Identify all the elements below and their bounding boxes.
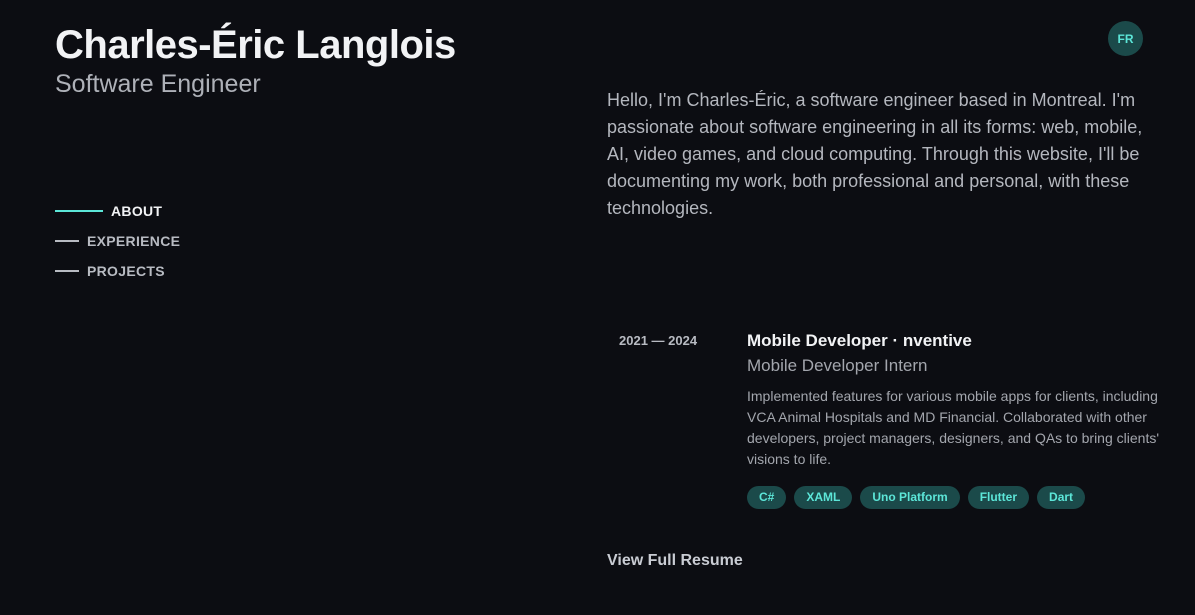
job-title: Software Engineer [55, 70, 261, 98]
tech-tag: Dart [1037, 486, 1086, 509]
experience-date: 2021 — 2024 [619, 333, 698, 348]
tech-tag: Uno Platform [860, 486, 960, 509]
experience-description: Implemented features for various mobile … [747, 388, 1160, 467]
view-resume-link[interactable]: View Full Resume [607, 551, 743, 571]
language-toggle-button[interactable]: FR [1108, 21, 1143, 56]
about-text: Hello, I'm Charles-Éric, a software engi… [607, 90, 1143, 218]
nav-indicator-line [55, 270, 79, 272]
tech-tag: Flutter [967, 486, 1030, 509]
tech-tag-list: C# XAML Uno Platform Flutter Dart [747, 486, 1167, 509]
nav-item-label: EXPERIENCE [87, 233, 181, 249]
nav-indicator-line [55, 240, 79, 242]
experience-title: Mobile Developer · nventive [747, 331, 972, 350]
section-nav: ABOUT EXPERIENCE PROJECTS [55, 196, 180, 286]
nav-item-projects[interactable]: PROJECTS [55, 256, 180, 286]
nav-item-label: ABOUT [111, 203, 163, 219]
tech-tag: XAML [794, 486, 853, 509]
nav-item-experience[interactable]: EXPERIENCE [55, 226, 180, 256]
nav-item-label: PROJECTS [87, 263, 165, 279]
tech-tag: C# [747, 486, 787, 509]
experience-body: Mobile Developer · nventive Mobile Devel… [747, 328, 1167, 509]
page: Charles-Éric Langlois Software Engineer … [0, 0, 1195, 615]
page-title: Charles-Éric Langlois [55, 23, 456, 67]
nav-indicator-line [55, 210, 103, 212]
nav-item-about[interactable]: ABOUT [55, 196, 180, 226]
experience-subtitle: Mobile Developer Intern [747, 356, 928, 375]
